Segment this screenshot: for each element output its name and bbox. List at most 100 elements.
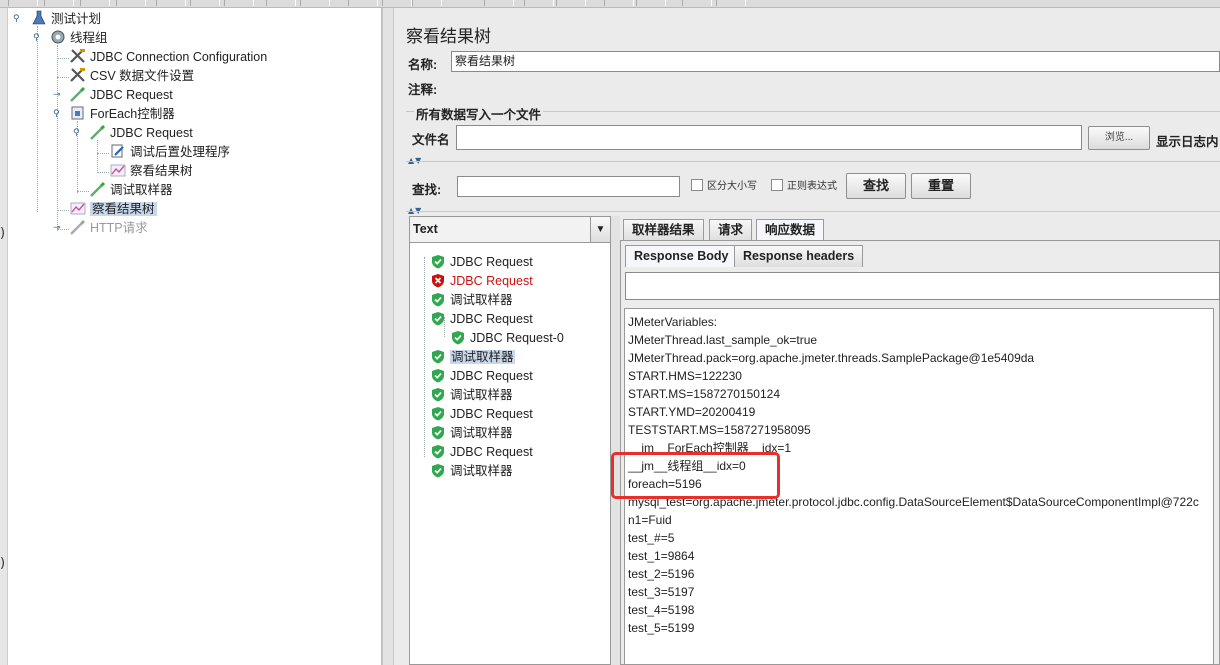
tree-item-foreach-controller[interactable]: ForEach控制器 (69, 105, 175, 124)
result-item[interactable]: JDBC Request (431, 272, 533, 291)
toolbar-button[interactable] (80, 0, 110, 6)
tree-item-label: ForEach控制器 (90, 107, 175, 121)
comment-label: 注释: (408, 83, 438, 97)
regex-checkbox[interactable]: 正则表达式 (771, 179, 837, 194)
reset-button[interactable]: 重置 (911, 173, 971, 199)
toolbar-button[interactable] (116, 0, 146, 6)
response-line: test_2=5196 (628, 567, 695, 581)
toolbar-button[interactable] (224, 0, 254, 6)
tree-item-jdbc-request-inner[interactable]: JDBC Request (89, 124, 193, 143)
result-item[interactable]: 调试取样器 (431, 462, 513, 481)
renderer-select[interactable]: Text ▼ (410, 217, 610, 243)
toolbar-button[interactable] (382, 0, 412, 6)
filename-field[interactable] (456, 125, 1082, 150)
result-item[interactable]: JDBC Request (431, 367, 533, 386)
tree-item-jdbc-config[interactable]: JDBC Connection Configuration (69, 48, 267, 67)
toolbar-button[interactable] (524, 0, 554, 6)
find-button[interactable]: 查找 (846, 173, 906, 199)
result-item-label: 调试取样器 (450, 293, 513, 307)
result-item[interactable]: JDBC Request (431, 310, 533, 329)
result-item[interactable]: JDBC Request (431, 405, 533, 424)
tab-request[interactable]: 请求 (709, 219, 753, 241)
wrench-icon (70, 68, 85, 82)
tree-item-csv-config[interactable]: CSV 数据文件设置 (69, 67, 194, 86)
tree-toggle-handle[interactable]: ⚲ (53, 109, 63, 119)
success-shield-icon (432, 388, 444, 402)
toolbar-button[interactable] (300, 0, 330, 6)
response-line: START.YMD=20200419 (628, 405, 756, 419)
tree-item-thread-group[interactable]: 线程组 (49, 29, 108, 48)
toolbar-button[interactable] (348, 0, 378, 6)
tree-connector (97, 172, 109, 173)
toolbar-button[interactable] (604, 0, 634, 6)
results-list: Text ▼ JDBC Request JDBC Request 调试取样器 JDBC… (409, 216, 611, 665)
tree-connector (57, 58, 69, 59)
toolbar-button[interactable] (556, 0, 586, 6)
response-line: START.HMS=122230 (628, 369, 742, 383)
tree-toggle-handle[interactable]: ⊸ (53, 90, 63, 100)
response-line: START.MS=1587270150124 (628, 387, 780, 401)
case-sensitive-checkbox[interactable]: 区分大小写 (691, 179, 757, 194)
gutter-mark: ) (0, 556, 6, 571)
tree-item-http-request[interactable]: HTTP请求 (69, 219, 148, 238)
name-field[interactable]: 察看结果树 (451, 51, 1220, 72)
tree-toggle-handle[interactable]: ⚲ (33, 33, 43, 43)
result-item[interactable]: JDBC Request (431, 253, 533, 272)
checkbox-box (691, 179, 703, 191)
response-line: test_3=5197 (628, 585, 695, 599)
test-plan-tree: ⚲ ⚲ ⊸ ⚲ ⚲ ⊸ 测试计划 线程组 JDBC Connection Con… (0, 8, 382, 665)
toolbar-button[interactable] (682, 0, 712, 6)
tab-response-headers[interactable]: Response headers (734, 245, 864, 267)
result-item[interactable]: JDBC Request (431, 443, 533, 462)
result-item[interactable]: 调试取样器 (431, 291, 513, 310)
tree-item-debug-sampler[interactable]: 调试取样器 (89, 181, 173, 200)
tab-response-body[interactable]: Response Body (625, 245, 738, 267)
toolbar-button[interactable] (412, 0, 442, 6)
toolbar-button[interactable] (44, 0, 74, 6)
browse-button[interactable]: 浏览... (1088, 126, 1150, 150)
response-line: test_4=5198 (628, 603, 695, 617)
response-line: test_1=9864 (628, 549, 695, 563)
tab-response-data[interactable]: 响应数据 (756, 219, 825, 241)
result-item[interactable]: JDBC Request-0 (451, 329, 564, 348)
tree-item-jdbc-request[interactable]: JDBC Request (69, 86, 173, 105)
pane-splitter[interactable] (382, 8, 394, 665)
result-item[interactable]: 调试取样器 (431, 348, 515, 367)
toolbar-button[interactable] (190, 0, 220, 6)
highlight-annotation (611, 452, 780, 499)
toolbar-button[interactable] (636, 0, 666, 6)
tree-item-label: CSV 数据文件设置 (90, 69, 195, 83)
tree-connector (97, 153, 109, 154)
tree-toggle-handle[interactable]: ⚲ (13, 14, 23, 24)
tree-connector (424, 257, 425, 457)
result-item-label: 调试取样器 (450, 426, 513, 440)
tree-connector (57, 77, 69, 78)
search-input[interactable] (457, 176, 680, 197)
tree-item-label: JDBC Request (110, 126, 193, 140)
tree-item-view-results-tree[interactable]: 察看结果树 (69, 200, 157, 219)
success-shield-icon (432, 312, 444, 326)
tree-connector (57, 210, 69, 211)
result-item[interactable]: 调试取样器 (431, 386, 513, 405)
toolbar-button[interactable] (156, 0, 186, 6)
result-item-label: JDBC Request-0 (470, 331, 564, 345)
toolbar-button[interactable] (266, 0, 296, 6)
result-item[interactable]: 调试取样器 (431, 424, 513, 443)
tree-toggle-handle[interactable]: ⊸ (53, 223, 63, 233)
tree-toggle-handle[interactable]: ⚲ (73, 128, 83, 138)
tree-item-view-results-tree-inner[interactable]: 察看结果树 (109, 162, 193, 181)
response-line: JMeterVariables: (628, 315, 718, 329)
response-search-field[interactable] (625, 272, 1220, 300)
tree-item-test-plan[interactable]: 测试计划 (30, 10, 101, 29)
response-line: test_5=5199 (628, 621, 695, 635)
tab-sampler-result[interactable]: 取样器结果 (623, 219, 704, 241)
results-splitter[interactable] (611, 216, 620, 665)
chevron-down-icon[interactable]: ▼ (590, 217, 610, 242)
toolbar-button[interactable] (8, 0, 38, 6)
toolbar-button[interactable] (716, 0, 746, 6)
tree-item-label: JDBC Request (90, 88, 173, 102)
tree-connector (77, 191, 89, 192)
tree-item-label: JDBC Connection Configuration (90, 50, 268, 64)
toolbar-button[interactable] (484, 0, 514, 6)
tree-item-debug-postprocessor[interactable]: 调试后置处理程序 (109, 143, 230, 162)
